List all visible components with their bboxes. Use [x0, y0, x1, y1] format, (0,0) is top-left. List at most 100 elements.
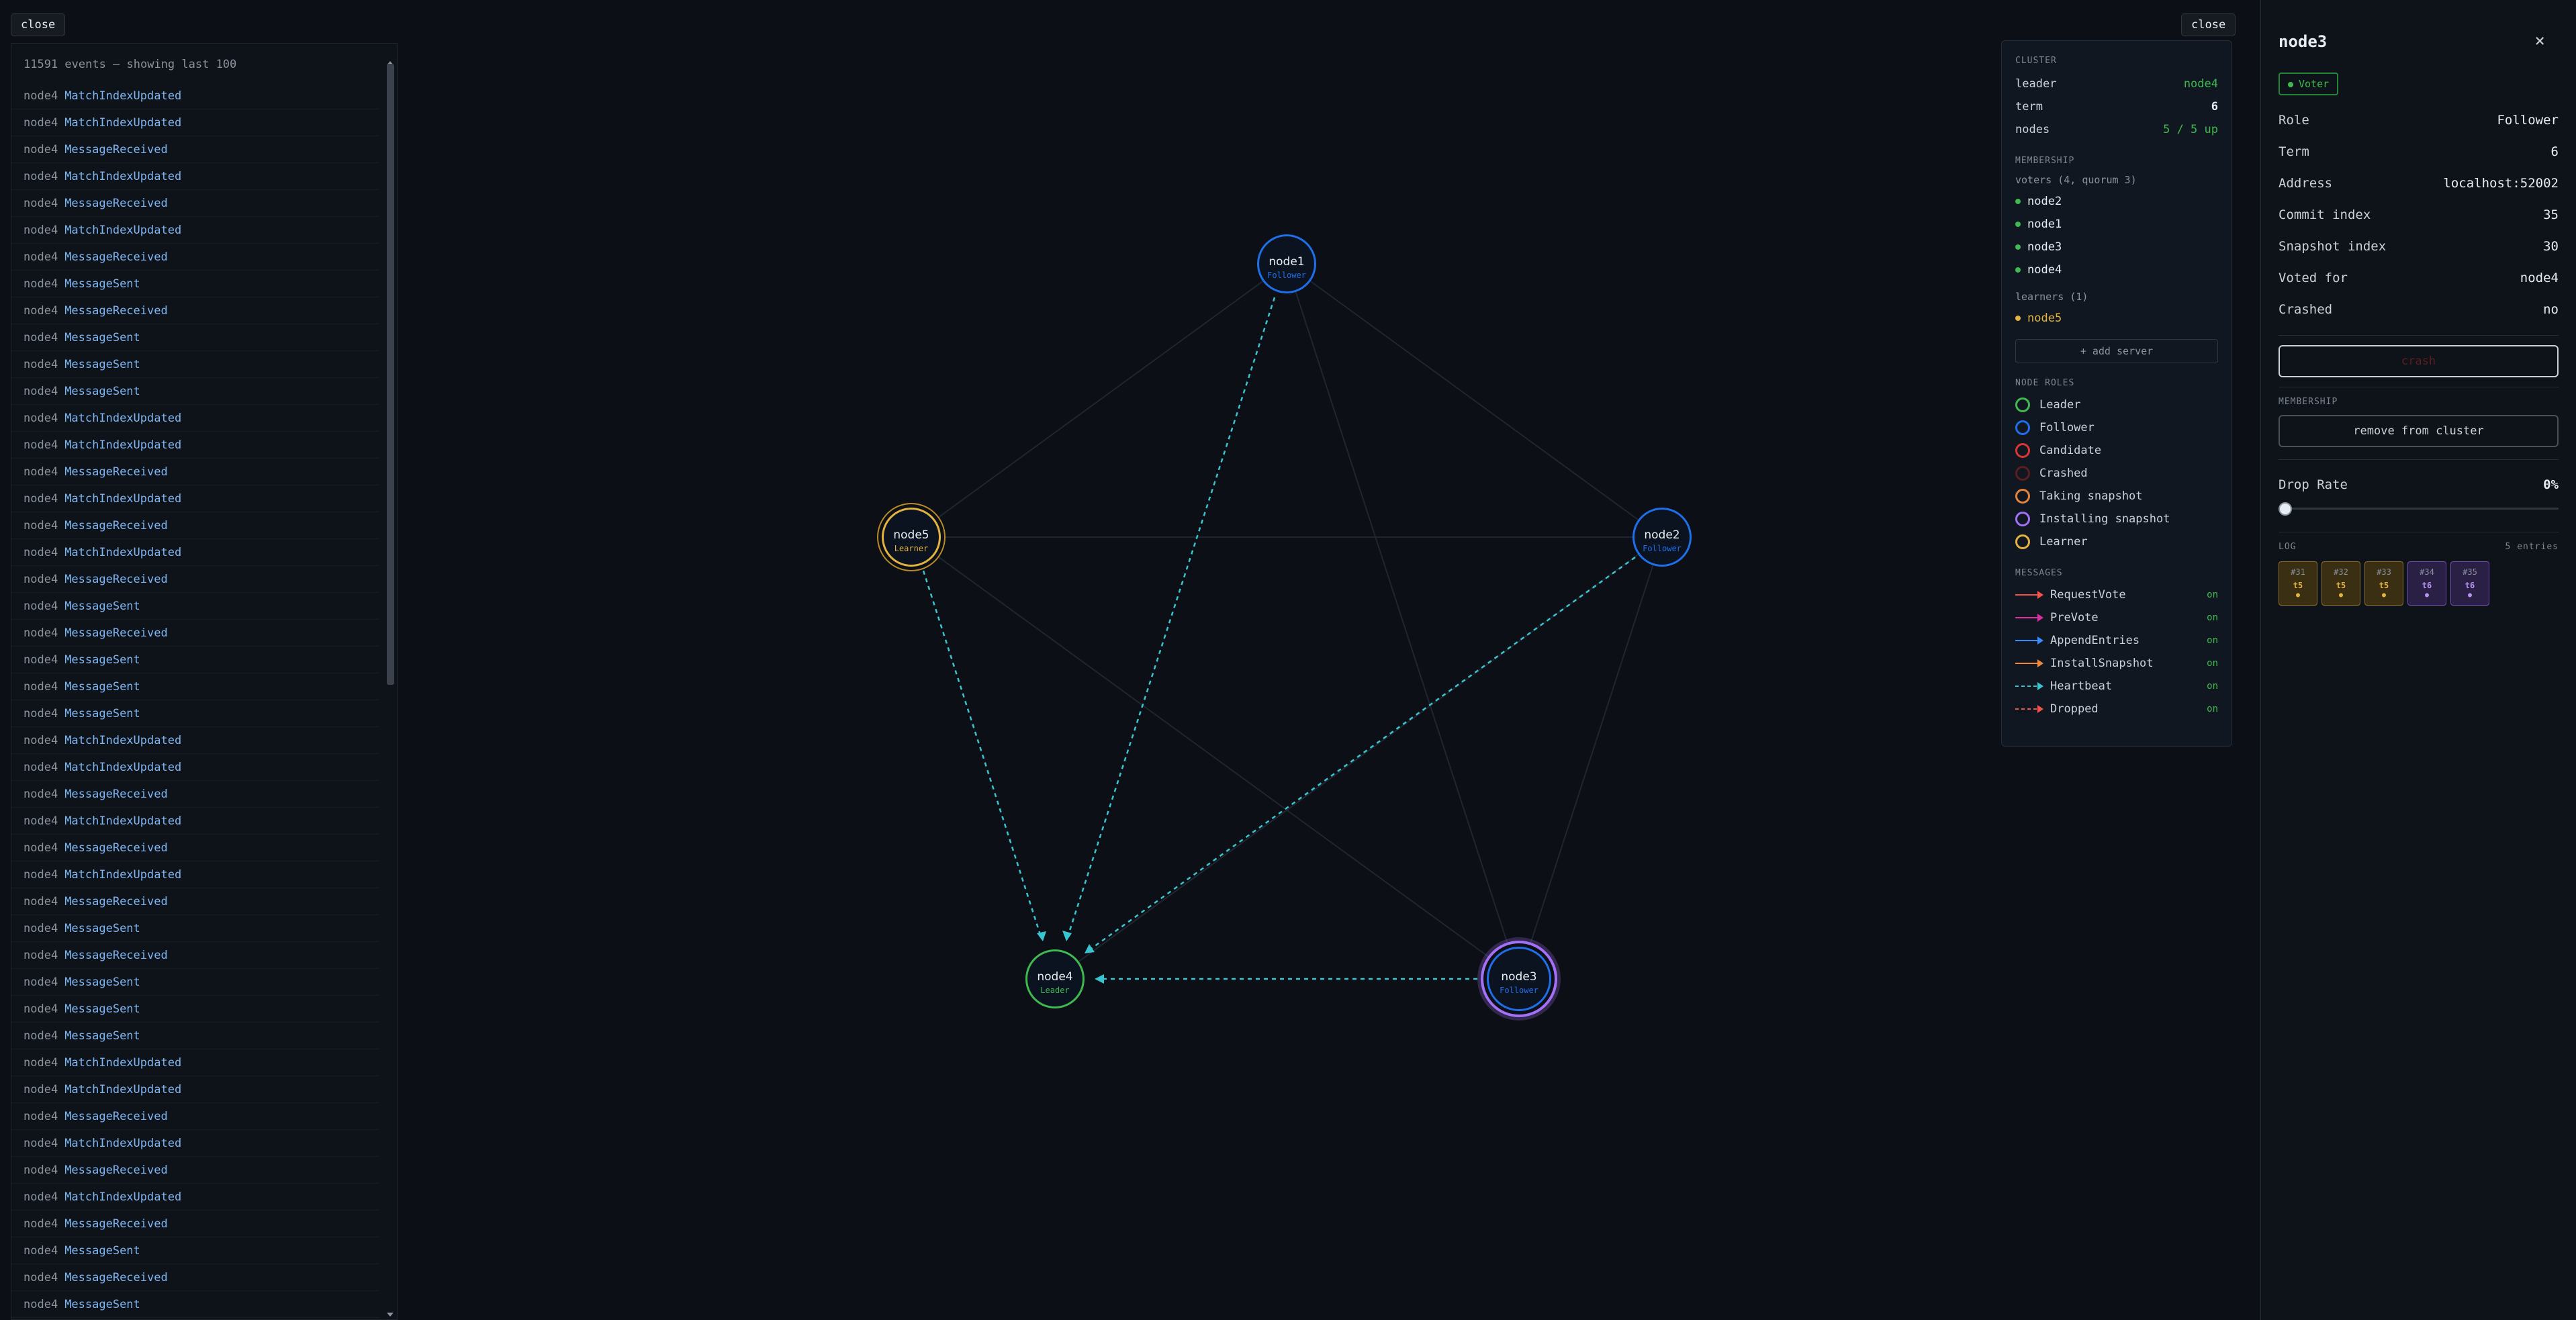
event-row: node4 MessageReceived [11, 190, 379, 217]
event-node: node4 [24, 438, 58, 452]
close-events-button[interactable]: close [11, 13, 66, 36]
node-name: node2 [1644, 528, 1680, 542]
close-cluster-panel-button[interactable]: close [2181, 13, 2236, 36]
event-node: node4 [24, 653, 58, 667]
detail-row: Term 6 [2279, 136, 2559, 168]
events-list: node4 MatchIndexUpdated node4 MatchIndexUpd… [11, 83, 397, 1318]
message-toggle[interactable]: on [2207, 698, 2218, 720]
message-toggle[interactable]: on [2207, 629, 2218, 652]
event-row: node4 MessageSent [11, 673, 379, 700]
log-entry[interactable]: #34 t6 ● [2407, 561, 2446, 606]
message-legend-item[interactable]: InstallSnapshot on [2015, 652, 2218, 675]
event-type: MessageReceived [64, 465, 168, 479]
event-type: MessageSent [64, 707, 140, 720]
event-node: node4 [24, 1137, 58, 1150]
event-node: node4 [24, 250, 58, 264]
log-header: LOG 5 entries [2279, 542, 2559, 552]
voter-item[interactable]: node3 [2015, 236, 2218, 258]
log-entry[interactable]: #32 t5 ● [2321, 561, 2360, 606]
log-label: LOG [2279, 542, 2297, 552]
event-node: node4 [24, 600, 58, 613]
event-type: MessageSent [64, 1002, 140, 1016]
event-type: MessageReceived [64, 895, 168, 908]
node3-circle[interactable]: node3 Follower [1487, 947, 1551, 1011]
role-legend-item: Learner [2015, 530, 2218, 553]
event-type: MatchIndexUpdated [64, 116, 182, 130]
voter-item[interactable]: node4 [2015, 258, 2218, 281]
event-row: node4 MessageSent [11, 996, 379, 1023]
event-row: node4 MessageSent [11, 647, 379, 673]
cluster-term-row: term 6 [2015, 95, 2218, 118]
nodes-label: nodes [2015, 123, 2050, 136]
message-toggle[interactable]: on [2207, 652, 2218, 675]
event-row: node4 MatchIndexUpdated [11, 485, 379, 512]
event-row: node4 MessageReceived [11, 459, 379, 485]
message-legend-item[interactable]: Dropped on [2015, 698, 2218, 720]
event-row: node4 MessageReceived [11, 1157, 379, 1184]
event-node: node4 [24, 546, 58, 559]
event-row: node4 MatchIndexUpdated [11, 217, 379, 244]
remove-from-cluster-button[interactable]: remove from cluster [2279, 415, 2559, 447]
message-legend-item[interactable]: PreVote on [2015, 606, 2218, 629]
event-type: MessageSent [64, 331, 140, 344]
node2-circle[interactable]: node2 Follower [1632, 508, 1692, 567]
log-index: #34 [2420, 567, 2434, 577]
voter-name: node1 [2027, 218, 2062, 231]
detail-row: Crashed no [2279, 294, 2559, 326]
cluster-panel: CLUSTER leader node4 term 6 nodes 5 / 5 … [2001, 40, 2232, 747]
event-row: node4 MessageSent [11, 1237, 379, 1264]
role-ring-icon [2015, 512, 2030, 526]
detail-key: Commit index [2279, 207, 2371, 222]
node1-circle[interactable]: node1 Follower [1257, 234, 1316, 293]
scroll-down-icon[interactable] [387, 1313, 394, 1317]
close-icon[interactable]: × [2534, 31, 2545, 51]
detail-key: Role [2279, 113, 2309, 128]
event-row: node4 MatchIndexUpdated [11, 754, 379, 781]
role-legend-item: Installing snapshot [2015, 508, 2218, 530]
event-type: MatchIndexUpdated [64, 1137, 182, 1150]
log-entry[interactable]: #33 t5 ● [2364, 561, 2403, 606]
event-node: node4 [24, 734, 58, 747]
drop-rate-slider[interactable] [2279, 501, 2559, 517]
log-dot-icon: ● [2424, 592, 2430, 599]
detail-membership-label: MEMBERSHIP [2279, 397, 2338, 407]
node5-circle[interactable]: node5 Learner [882, 508, 941, 567]
message-legend-item[interactable]: AppendEntries on [2015, 629, 2218, 652]
cluster-leader-row: leader node4 [2015, 73, 2218, 95]
events-scroll-thumb[interactable] [387, 64, 394, 685]
event-type: MessageSent [64, 277, 140, 291]
message-toggle[interactable]: on [2207, 606, 2218, 629]
event-type: MessageReceived [64, 1164, 168, 1177]
crash-button[interactable]: crash [2279, 345, 2559, 377]
voter-item[interactable]: node2 [2015, 190, 2218, 213]
node-detail-panel: node3 × Voter Role Follower Term 6 Address lo… [2260, 0, 2576, 1320]
role-label: Follower [2039, 421, 2095, 434]
learner-item[interactable]: node5 [2015, 307, 2218, 330]
role-ring-icon [2015, 489, 2030, 504]
message-toggle[interactable]: on [2207, 583, 2218, 606]
event-type: MessageReceived [64, 1271, 168, 1284]
event-row: node4 MatchIndexUpdated [11, 1184, 379, 1211]
node-role: Follower [1643, 544, 1682, 553]
drop-rate-value: 0% [2543, 477, 2559, 492]
message-toggle[interactable]: on [2207, 675, 2218, 698]
slider-handle[interactable] [2279, 502, 2292, 516]
log-entry[interactable]: #31 t5 ● [2279, 561, 2317, 606]
message-legend-item[interactable]: Heartbeat on [2015, 675, 2218, 698]
event-row: node4 MatchIndexUpdated [11, 1076, 379, 1103]
log-entry[interactable]: #35 t6 ● [2450, 561, 2489, 606]
divider [2279, 459, 2559, 460]
detail-row: Role Follower [2279, 105, 2559, 136]
log-dot-icon: ● [2467, 592, 2473, 599]
voter-item[interactable]: node1 [2015, 213, 2218, 236]
event-node: node4 [24, 1056, 58, 1070]
add-server-button[interactable]: + add server [2015, 339, 2218, 363]
event-row: node4 MessageSent [11, 271, 379, 297]
event-node: node4 [24, 277, 58, 291]
message-legend-item[interactable]: RequestVote on [2015, 583, 2218, 606]
node4-circle[interactable]: node4 Leader [1025, 949, 1085, 1008]
log-dot-icon: ● [2381, 592, 2387, 599]
arrow-icon [2015, 682, 2043, 690]
event-node: node4 [24, 1244, 58, 1258]
message-label: RequestVote [2050, 588, 2126, 602]
